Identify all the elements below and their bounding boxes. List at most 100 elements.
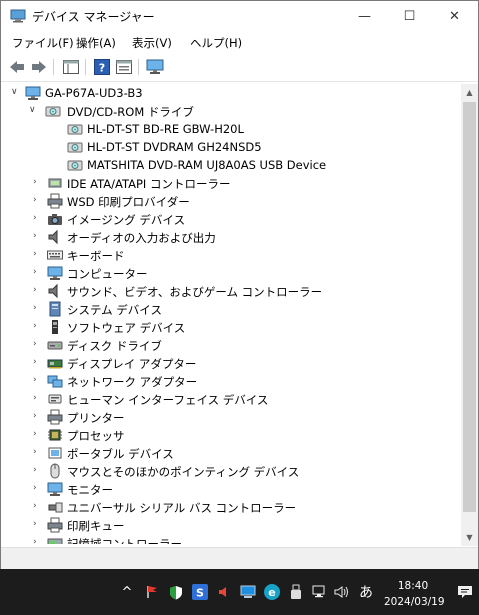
tree-item-label: サウンド、ビデオ、およびゲーム コントローラー bbox=[67, 285, 323, 299]
show-hide-console-tree-button[interactable] bbox=[62, 58, 80, 76]
display-adapter-icon bbox=[47, 359, 63, 369]
tree-item-category[interactable]: › プリンター bbox=[5, 408, 461, 426]
tree-item-dvd-device[interactable]: MATSHITA DVD-RAM UJ8A0AS USB Device bbox=[5, 156, 461, 174]
expand-chevron-icon[interactable]: › bbox=[33, 429, 43, 441]
menu-action[interactable]: 操作(A) bbox=[76, 35, 116, 51]
tree-item-category[interactable]: › イメージング デバイス bbox=[5, 210, 461, 228]
expand-chevron-icon[interactable]: › bbox=[33, 177, 43, 189]
tree-item-category[interactable]: › キーボード bbox=[5, 246, 461, 264]
volume-icon[interactable] bbox=[334, 584, 350, 600]
optical-drive-icon bbox=[67, 160, 83, 171]
tree-item-label: ネットワーク アダプター bbox=[67, 375, 198, 389]
tree-item-label: ユニバーサル シリアル バス コントローラー bbox=[67, 501, 297, 515]
speaker-muted-icon[interactable] bbox=[216, 584, 232, 600]
scan-hardware-button[interactable] bbox=[146, 58, 164, 76]
expand-chevron-icon[interactable]: › bbox=[33, 321, 43, 333]
back-button[interactable] bbox=[8, 58, 26, 76]
app-e-icon[interactable]: e bbox=[264, 584, 280, 600]
svg-text:e: e bbox=[268, 586, 275, 599]
optical-drive-icon bbox=[67, 142, 83, 153]
device-tree[interactable]: ∨ GA-P67A-UD3-B3 ∨ DVD/CD-ROM ドライブ HL-DT… bbox=[5, 84, 461, 544]
expand-chevron-icon[interactable]: › bbox=[33, 465, 43, 477]
speaker-icon bbox=[48, 283, 58, 299]
tree-item-category[interactable]: › ソフトウェア デバイス bbox=[5, 318, 461, 336]
expand-chevron-icon[interactable]: › bbox=[33, 267, 43, 279]
usb-drive-icon[interactable] bbox=[288, 584, 304, 600]
scroll-up-icon[interactable]: ▲ bbox=[461, 84, 478, 101]
tree-item-dvd-device[interactable]: HL-DT-ST BD-RE GBW-H20L bbox=[5, 120, 461, 138]
help-button[interactable]: ? bbox=[93, 58, 111, 76]
device-manager-window: デバイス マネージャー — ☐ ✕ ファイル(F) 操作(A) 表示(V) ヘル… bbox=[0, 0, 479, 569]
expand-chevron-icon[interactable]: › bbox=[33, 501, 43, 513]
tree-item-category[interactable]: › モニター bbox=[5, 480, 461, 498]
notification-icon[interactable] bbox=[457, 584, 473, 600]
tree-item-dvd-device[interactable]: HL-DT-ST DVDRAM GH24NSD5 bbox=[5, 138, 461, 156]
expand-chevron-icon[interactable]: › bbox=[33, 393, 43, 405]
usb-icon bbox=[48, 502, 63, 513]
expand-chevron-icon[interactable]: › bbox=[33, 375, 43, 387]
tree-item-category[interactable]: › ディスク ドライブ bbox=[5, 336, 461, 354]
maximize-button[interactable]: ☐ bbox=[387, 1, 432, 31]
ime-indicator[interactable]: あ bbox=[358, 584, 374, 601]
tree-item-category[interactable]: › ヒューマン インターフェイス デバイス bbox=[5, 390, 461, 408]
collapse-chevron-icon[interactable]: ∨ bbox=[29, 105, 39, 117]
vertical-scrollbar[interactable]: ▲ ▼ bbox=[461, 84, 478, 546]
app-s-icon[interactable]: S bbox=[192, 584, 208, 600]
minimize-button[interactable]: — bbox=[342, 1, 387, 31]
expand-chevron-icon[interactable]: › bbox=[33, 447, 43, 459]
properties-icon bbox=[116, 60, 132, 74]
forward-button[interactable] bbox=[30, 58, 48, 76]
properties-button[interactable] bbox=[115, 58, 133, 76]
tree-item-category[interactable]: › IDE ATA/ATAPI コントローラー bbox=[5, 174, 461, 192]
tree-item-category[interactable]: › ポータブル デバイス bbox=[5, 444, 461, 462]
show-hidden-icons-chevron-icon[interactable]: ^ bbox=[119, 584, 135, 600]
expand-chevron-icon[interactable]: › bbox=[33, 357, 43, 369]
tree-item-label: 記憶域コントローラー bbox=[67, 537, 182, 544]
expand-chevron-icon[interactable]: › bbox=[33, 195, 43, 207]
menu-help[interactable]: ヘルプ(H) bbox=[190, 35, 242, 51]
tree-item-category[interactable]: › ネットワーク アダプター bbox=[5, 372, 461, 390]
tree-item-category[interactable]: › WSD 印刷プロバイダー bbox=[5, 192, 461, 210]
menu-view[interactable]: 表示(V) bbox=[132, 35, 172, 51]
expand-chevron-icon[interactable]: › bbox=[33, 483, 43, 495]
network-adapter-icon bbox=[47, 375, 63, 388]
tree-item-category[interactable]: › システム デバイス bbox=[5, 300, 461, 318]
expand-chevron-icon[interactable]: › bbox=[33, 411, 43, 423]
tree-item-dvd-cdrom[interactable]: ∨ DVD/CD-ROM ドライブ bbox=[5, 102, 461, 120]
scrollbar-thumb[interactable] bbox=[463, 102, 476, 512]
expand-chevron-icon[interactable]: › bbox=[33, 303, 43, 315]
tree-item-category[interactable]: › コンピューター bbox=[5, 264, 461, 282]
expand-chevron-icon[interactable]: › bbox=[33, 339, 43, 351]
scroll-down-icon[interactable]: ▼ bbox=[461, 529, 478, 546]
optical-drive-icon bbox=[67, 124, 83, 135]
scan-monitor-icon bbox=[146, 59, 164, 74]
expand-chevron-icon[interactable]: › bbox=[33, 519, 43, 531]
display-icon[interactable] bbox=[240, 584, 256, 600]
collapse-chevron-icon[interactable]: ∨ bbox=[11, 87, 21, 99]
tree-item-label: イメージング デバイス bbox=[67, 213, 186, 227]
expand-chevron-icon[interactable]: › bbox=[33, 231, 43, 243]
menu-file[interactable]: ファイル(F) bbox=[12, 35, 74, 51]
taskbar-clock[interactable]: 18:40 2024/03/19 bbox=[384, 578, 445, 610]
shield-icon[interactable] bbox=[168, 584, 184, 600]
expand-chevron-icon[interactable]: › bbox=[33, 537, 43, 544]
svg-text:S: S bbox=[196, 587, 204, 600]
expand-chevron-icon[interactable]: › bbox=[33, 285, 43, 297]
tree-item-label: IDE ATA/ATAPI コントローラー bbox=[67, 177, 231, 191]
tree-item-category[interactable]: › プロセッサ bbox=[5, 426, 461, 444]
tree-item-category[interactable]: › 記憶域コントローラー bbox=[5, 534, 461, 544]
tree-item-category[interactable]: › サウンド、ビデオ、およびゲーム コントローラー bbox=[5, 282, 461, 300]
tree-root-row[interactable]: ∨ GA-P67A-UD3-B3 bbox=[5, 84, 461, 102]
expand-chevron-icon[interactable]: › bbox=[33, 213, 43, 225]
tree-item-category[interactable]: › ディスプレイ アダプター bbox=[5, 354, 461, 372]
tree-item-category[interactable]: › 印刷キュー bbox=[5, 516, 461, 534]
network-icon[interactable] bbox=[312, 584, 328, 600]
tree-item-category[interactable]: › オーディオの入力および出力 bbox=[5, 228, 461, 246]
tree-item-category[interactable]: › マウスとそのほかのポインティング デバイス bbox=[5, 462, 461, 480]
expand-chevron-icon[interactable]: › bbox=[33, 249, 43, 261]
close-button[interactable]: ✕ bbox=[432, 1, 477, 31]
red-flag-icon[interactable] bbox=[144, 584, 160, 600]
tree-item-label: ソフトウェア デバイス bbox=[67, 321, 186, 335]
title-bar[interactable]: デバイス マネージャー — ☐ ✕ bbox=[1, 1, 478, 31]
tree-item-category[interactable]: › ユニバーサル シリアル バス コントローラー bbox=[5, 498, 461, 516]
